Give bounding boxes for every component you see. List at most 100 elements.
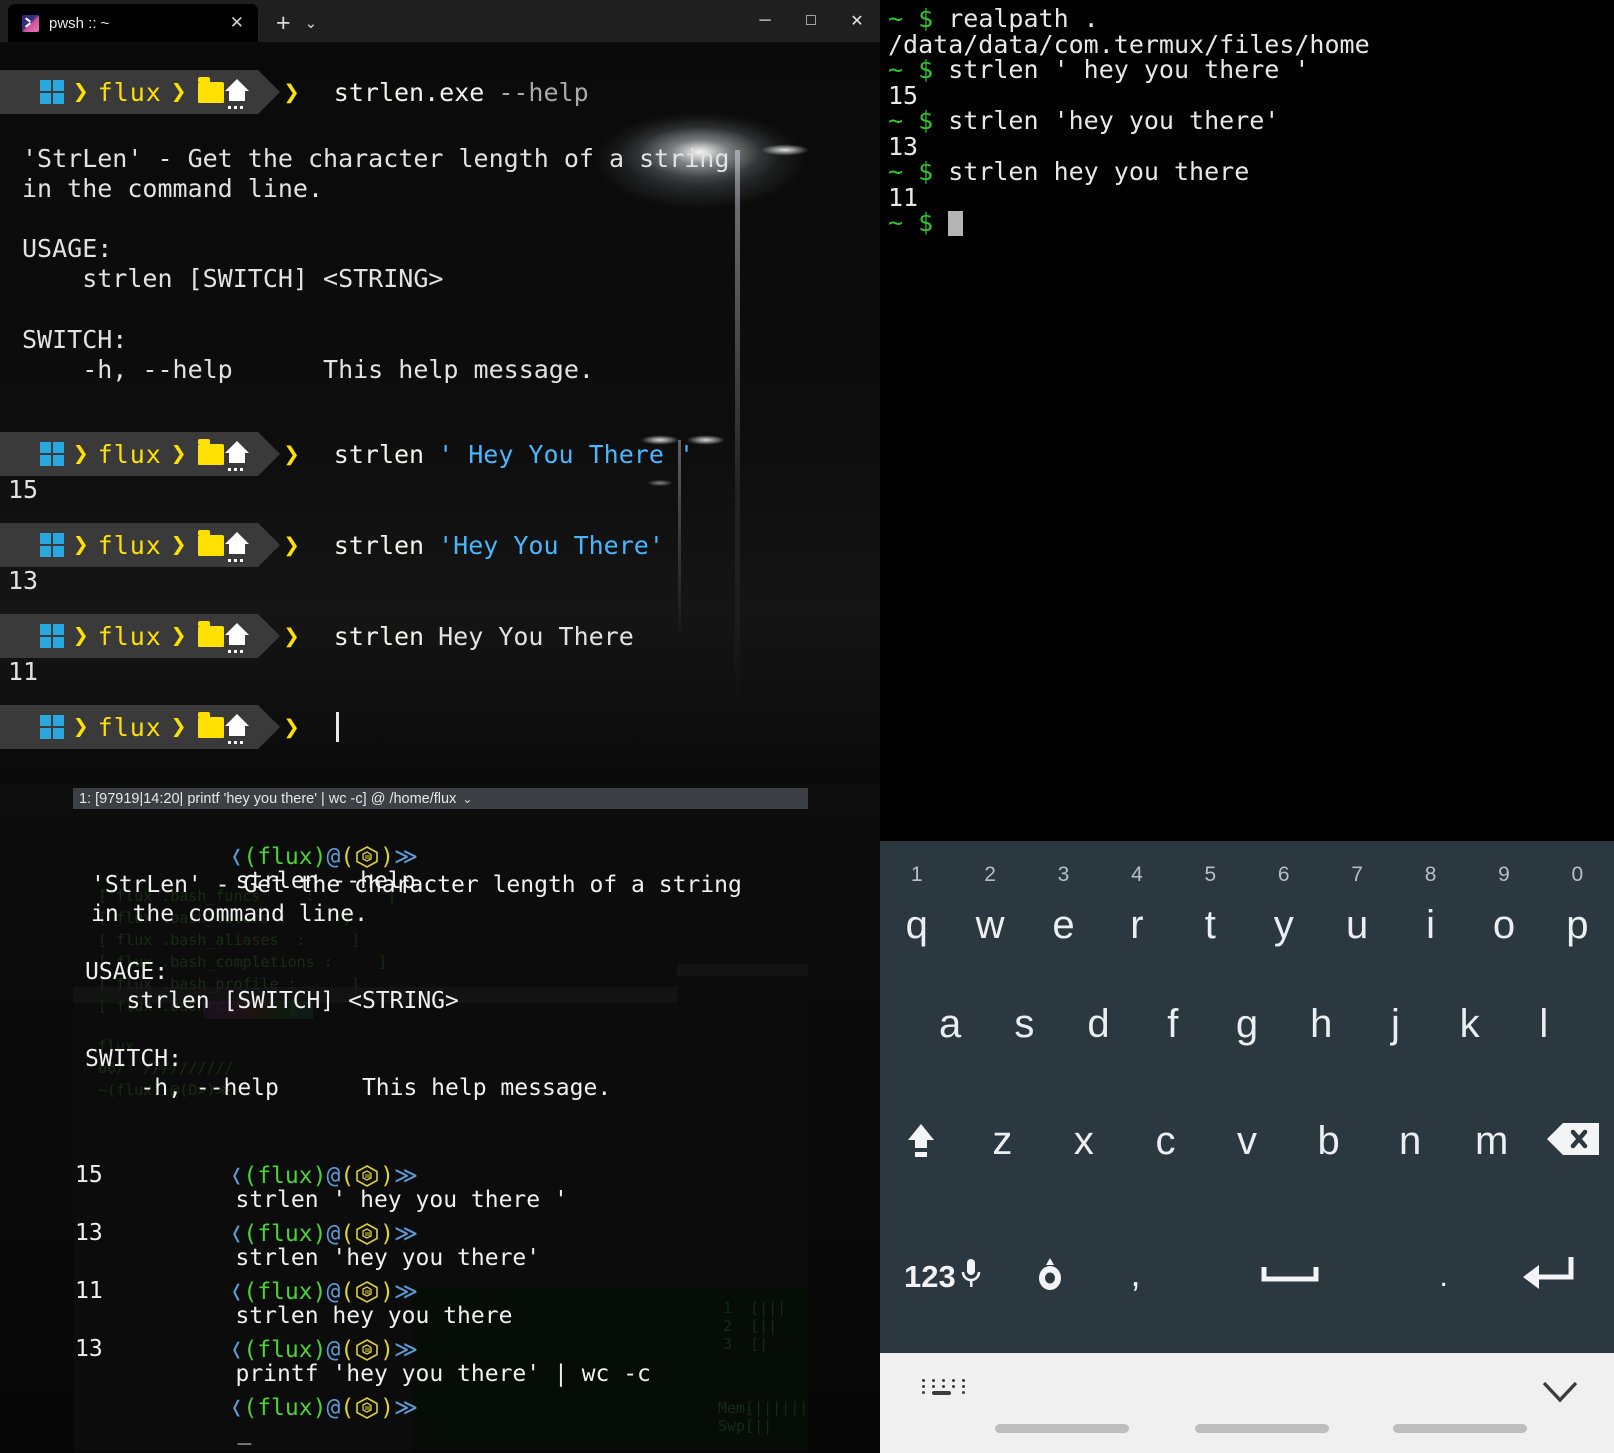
key-r[interactable]: 4r (1100, 841, 1173, 966)
space-key[interactable] (1176, 1201, 1403, 1353)
prompt-arrow-icon: ≫ (394, 1394, 419, 1421)
tmux-status-text: 1: [97919|14:20| printf 'hey you there' … (79, 790, 457, 807)
android-keyboard[interactable]: 1q 2w 3e 4r 5t 6y 7u 8i 9o 0p a s d f g … (880, 835, 1614, 1453)
key-a[interactable]: a (913, 966, 987, 1081)
hex-box-icon (354, 1396, 380, 1420)
terminal-line: 11 (888, 184, 1614, 211)
prompt-user: flux (257, 1394, 313, 1421)
prompt-paren: ) (380, 1162, 395, 1189)
keyboard-icon[interactable] (922, 1379, 969, 1395)
key-e[interactable]: 3e (1027, 841, 1100, 966)
prompt-arrow-icon: ≫ (394, 1278, 419, 1305)
terminal-tab-pwsh[interactable]: pwsh :: ~ ✕ (8, 4, 258, 42)
terminal-line: ❬(flux) @() ≫ strlen 'hey you there' (91, 1192, 540, 1270)
key-d[interactable]: d (1061, 966, 1135, 1081)
prompt-paren: ( (340, 1336, 355, 1363)
chevron-down-icon[interactable] (1540, 1379, 1580, 1405)
key-o[interactable]: 9o (1467, 841, 1540, 966)
key-g[interactable]: g (1210, 966, 1284, 1081)
prompt-at: @ (326, 843, 341, 870)
nav-back-pill[interactable] (995, 1424, 1129, 1433)
prompt-arrow-icon: ≫ (394, 1220, 419, 1247)
termux-terminal[interactable]: ~ $ realpath . /data/data/com.termux/fil… (880, 0, 1614, 835)
ghost-bar (677, 964, 808, 976)
shift-key[interactable] (880, 1081, 962, 1201)
key-label: p (1566, 902, 1589, 947)
chevron-down-icon[interactable]: ⌄ (462, 792, 472, 806)
new-tab-button[interactable]: + (258, 11, 305, 42)
key-c[interactable]: c (1125, 1081, 1207, 1201)
prompt-paren: ) (380, 1394, 395, 1421)
key-b[interactable]: b (1288, 1081, 1370, 1201)
prompt-arrow-icon: ❯ (283, 711, 300, 743)
terminal-line: 13 (888, 133, 1614, 160)
nav-recents-pill[interactable] (1393, 1424, 1527, 1433)
terminal-content[interactable]: ❯ flux ❯ ❯ strlen.exe --help 'StrLen' - … (0, 42, 880, 783)
key-w[interactable]: 2w (953, 841, 1026, 966)
backspace-key[interactable] (1533, 1081, 1614, 1201)
prompt-at: @ (326, 1220, 341, 1247)
hex-box-icon (354, 845, 380, 869)
numbers-key[interactable]: 123 (880, 1201, 1006, 1353)
key-q[interactable]: 1q (880, 841, 953, 966)
mic-icon[interactable] (960, 1257, 982, 1298)
key-n[interactable]: n (1369, 1081, 1451, 1201)
prompt-hostname: flux (97, 530, 162, 560)
nav-home-pill[interactable] (1195, 1424, 1329, 1433)
tmux-status-bar[interactable]: 1: [97919|14:20| printf 'hey you there' … (73, 788, 808, 809)
key-f[interactable]: f (1136, 966, 1210, 1081)
settings-key[interactable] (1006, 1201, 1095, 1353)
terminal-line: ~ $ strlen ' hey you there ' (888, 57, 1614, 83)
key-x[interactable]: x (1043, 1081, 1125, 1201)
key-t[interactable]: 5t (1174, 841, 1247, 966)
command-text: strlen (333, 621, 425, 651)
space-bar-icon (1260, 1265, 1320, 1290)
key-y[interactable]: 6y (1247, 841, 1320, 966)
line-text: strlen 'hey you there' (948, 106, 1280, 135)
key-s[interactable]: s (987, 966, 1061, 1081)
window-titlebar: pwsh :: ~ ✕ + ⌄ ─ □ ✕ (0, 0, 880, 42)
comma-key[interactable]: , ••• (1095, 1201, 1176, 1370)
key-u[interactable]: 7u (1320, 841, 1393, 966)
key-k[interactable]: k (1433, 966, 1507, 1081)
enter-key[interactable] (1484, 1201, 1614, 1353)
key-label: o (1492, 902, 1516, 947)
prompt-tilde: ~ $ (888, 208, 949, 237)
terminal-line: SWITCH: (85, 1046, 182, 1072)
prompt-row: ❯ flux ❯ ❯ strlen Hey You There (0, 614, 634, 658)
prompt-paren: ) (312, 1394, 327, 1421)
maximize-button[interactable]: □ (788, 0, 834, 42)
chevron-down-icon[interactable]: ⌄ (305, 14, 328, 42)
command-flag: --help (498, 77, 589, 107)
close-tab-icon[interactable]: ✕ (226, 13, 248, 33)
windows-logo-icon (40, 715, 64, 739)
command-arg: Hey You There (468, 439, 664, 469)
keyboard-row-bottom: 123 , ••• (880, 1201, 1614, 1370)
key-p[interactable]: 0p (1541, 841, 1614, 966)
period-key[interactable]: . ••• (1403, 1201, 1484, 1370)
key-z[interactable]: z (962, 1081, 1044, 1201)
folder-icon (197, 620, 224, 647)
key-v[interactable]: v (1206, 1081, 1288, 1201)
key-h[interactable]: h (1284, 966, 1358, 1081)
hex-box-icon (354, 1164, 380, 1188)
close-window-button[interactable]: ✕ (834, 0, 880, 42)
prompt-paren: ) (312, 1336, 327, 1363)
text-cursor: _ (237, 1419, 252, 1446)
terminal-line: ❬(flux) @() ≫ strlen ' hey you there ' (91, 1134, 567, 1212)
terminal-line: 15 (888, 82, 1614, 109)
separator-icon: ❯ (73, 621, 89, 651)
tmux-pane[interactable]: 1: [97919|14:20| printf 'hey you there' … (73, 788, 808, 1451)
key-m[interactable]: m (1451, 1081, 1533, 1201)
key-j[interactable]: j (1358, 966, 1432, 1081)
bash-prompt: ❬(flux) @() ≫ (229, 1394, 419, 1421)
key-i[interactable]: 8i (1394, 841, 1467, 966)
key-label: k (1459, 1001, 1480, 1046)
minimize-button[interactable]: ─ (742, 0, 788, 42)
prompt-at: @ (326, 1394, 341, 1421)
line-text: strlen ' hey you there ' (948, 55, 1310, 84)
prompt-hostname: flux (97, 621, 162, 651)
key-label: a (938, 1001, 962, 1046)
key-l[interactable]: l (1507, 966, 1581, 1081)
prompt-paren: ( (243, 843, 258, 870)
